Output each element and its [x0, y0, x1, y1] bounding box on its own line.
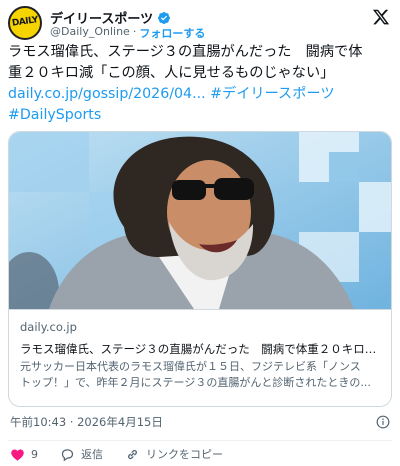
action-bar: 9 返信 リンクをコピー [10, 444, 390, 464]
tweet-links-line: daily.co.jp/gossip/2026/04... #デイリースポーツ [8, 84, 394, 105]
avatar[interactable]: DAILY [8, 6, 42, 40]
tweet-header: DAILY デイリースポーツ @Daily_Online · フォローする [8, 4, 392, 40]
copy-link-label: リンクをコピー [146, 448, 223, 461]
tweet-hashtag-line: #DailySports [8, 105, 394, 126]
like-count: 9 [31, 447, 38, 461]
handle[interactable]: @Daily_Online [50, 25, 130, 41]
reply-button[interactable]: 返信 [60, 446, 103, 462]
card-description: 元サッカー日本代表のラモス瑠偉氏が１５日、フジテレビ系「ノンス トップ！」で、昨… [20, 359, 382, 391]
card-description-line-1: 元サッカー日本代表のラモス瑠偉氏が１５日、フジテレビ系「ノンス [20, 360, 361, 373]
info-icon[interactable] [376, 415, 390, 429]
tweet-text-line-2: 重２０キロ減「この顔、人に見せるものじゃない」 [8, 65, 335, 81]
divider [8, 440, 392, 441]
verified-badge-icon [158, 11, 171, 24]
meta-row: 午前10:43 · 2026年4月15日 [8, 414, 392, 432]
reply-label: 返信 [81, 448, 103, 461]
handle-row: @Daily_Online · フォローする [50, 25, 205, 41]
card-domain: daily.co.jp [20, 320, 77, 334]
card-title: ラモス瑠偉氏、ステージ３の直腸がんだった 闘病で体重２０キロ減... [20, 342, 382, 356]
hashtag-daily-sports[interactable]: #DailySports [8, 107, 101, 123]
article-link[interactable]: daily.co.jp/gossip/2026/04... [8, 86, 206, 102]
copy-link-button[interactable]: リンクをコピー [125, 446, 223, 462]
card-photo [9, 132, 391, 309]
tweet-text: ラモス瑠偉氏、ステージ３の直腸がんだった 闘病で体 重２０キロ減「この顔、人に見… [8, 42, 394, 126]
heart-icon [11, 449, 24, 460]
card-info[interactable]: daily.co.jp ラモス瑠偉氏、ステージ３の直腸がんだった 闘病で体重２０… [9, 309, 391, 406]
avatar-logo-text: DAILY [11, 15, 39, 29]
follow-button[interactable]: フォローする [139, 25, 205, 41]
like-button[interactable]: 9 [10, 447, 38, 462]
card-description-line-2: トップ！」で、昨年２月にステージ３の直腸がんと診断されたときの... [20, 376, 371, 389]
card-image[interactable] [9, 132, 391, 309]
link-preview-card[interactable]: daily.co.jp ラモス瑠偉氏、ステージ３の直腸がんだった 闘病で体重２０… [8, 131, 392, 407]
reply-icon [61, 448, 74, 461]
timestamp[interactable]: 午前10:43 · 2026年4月15日 [10, 414, 163, 430]
link-icon [128, 449, 137, 459]
tweet-text-line-1: ラモス瑠偉氏、ステージ３の直腸がんだった 闘病で体 [8, 44, 363, 60]
separator-dot: · [132, 25, 137, 38]
x-logo-icon[interactable] [372, 8, 390, 26]
hashtag-daily-sports-jp[interactable]: #デイリースポーツ [210, 86, 334, 102]
